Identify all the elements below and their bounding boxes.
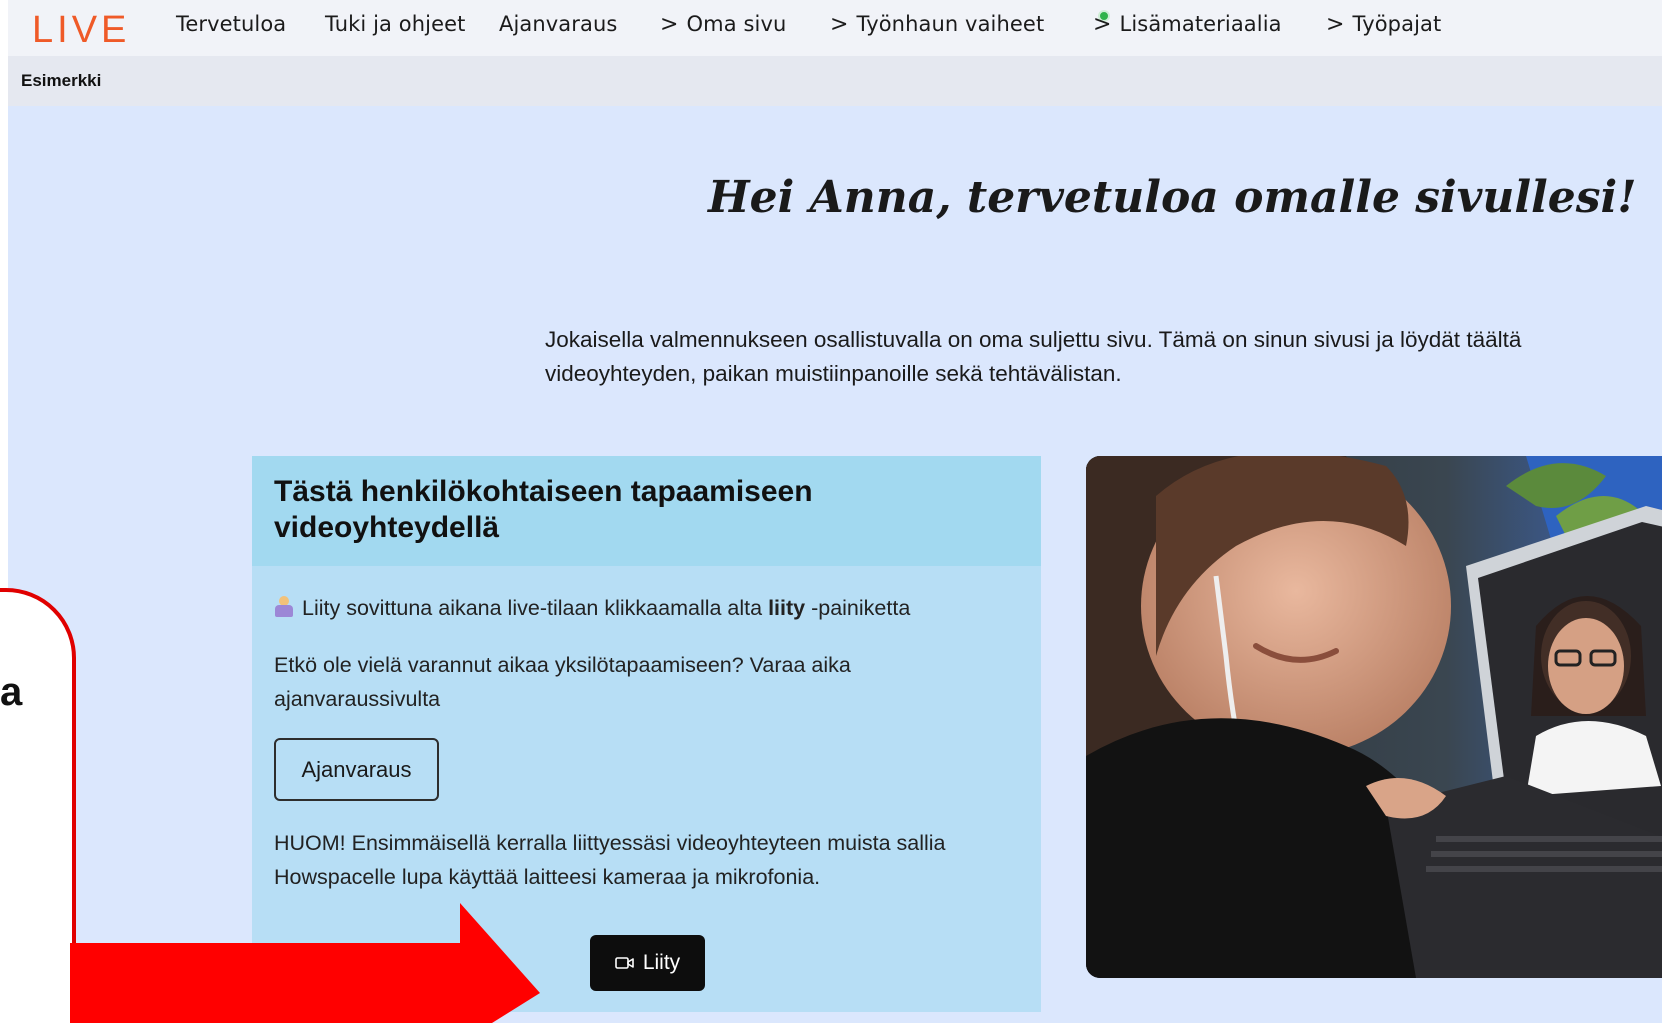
page-title: Hei Anna, tervetuloa omalle sivullesi! — [708, 172, 1637, 223]
intro-text: Jokaisella valmennukseen osallistuvalla … — [545, 327, 1522, 386]
top-navigation: LIVE Tervetuloa Tuki ja ohjeet Ajanvarau… — [8, 0, 1662, 56]
nav-item-tyonhaun-vaiheet[interactable]: > Työnhaun vaiheet — [830, 12, 1044, 37]
breadcrumb-label[interactable]: Esimerkki — [21, 71, 101, 91]
nav-item-oma-sivu[interactable]: > Oma sivu — [660, 12, 786, 37]
nav-item-ajanvaraus[interactable]: Ajanvaraus — [499, 12, 617, 36]
callout-text-fragment: a — [0, 670, 23, 714]
page: LIVE Tervetuloa Tuki ja ohjeet Ajanvarau… — [8, 0, 1662, 1023]
svg-text:LIVE: LIVE — [32, 9, 130, 51]
annotation-callout — [0, 588, 76, 1023]
chevron-right-icon: > — [660, 12, 679, 37]
nav-item-tyopajat[interactable]: > Työpajat — [1326, 12, 1441, 37]
nav-item-tervetuloa[interactable]: Tervetuloa — [176, 12, 286, 36]
join-button[interactable]: Liity — [590, 935, 705, 991]
person-laptop-icon — [274, 596, 294, 618]
video-call-photo — [1086, 456, 1662, 978]
live-logo[interactable]: LIVE — [32, 2, 132, 52]
ajanvaraus-button[interactable]: Ajanvaraus — [274, 738, 439, 801]
nav-item-lisamateriaalia[interactable]: > Lisämateriaalia — [1093, 12, 1282, 37]
join-instructions: Liity sovittuna aikana live-tilaan klikk… — [274, 591, 1014, 625]
chevron-right-icon: > — [830, 12, 849, 37]
chevron-right-icon: > — [1093, 12, 1112, 37]
breadcrumb: Esimerkki — [8, 56, 1662, 106]
chevron-right-icon: > — [1326, 12, 1345, 37]
nav-item-tuki-ja-ohjeet[interactable]: Tuki ja ohjeet — [325, 12, 465, 36]
red-arrow-icon — [70, 903, 540, 1023]
card-title: Tästä henkilökohtaiseen tapaamiseen vide… — [274, 475, 813, 544]
video-camera-icon — [615, 957, 634, 969]
card-header: Tästä henkilökohtaiseen tapaamiseen vide… — [252, 456, 1041, 566]
booking-text: Etkö ole vielä varannut aikaa yksilötapa… — [274, 653, 851, 711]
camera-permission-note: HUOM! Ensimmäisellä kerralla liittyessäs… — [274, 831, 946, 889]
